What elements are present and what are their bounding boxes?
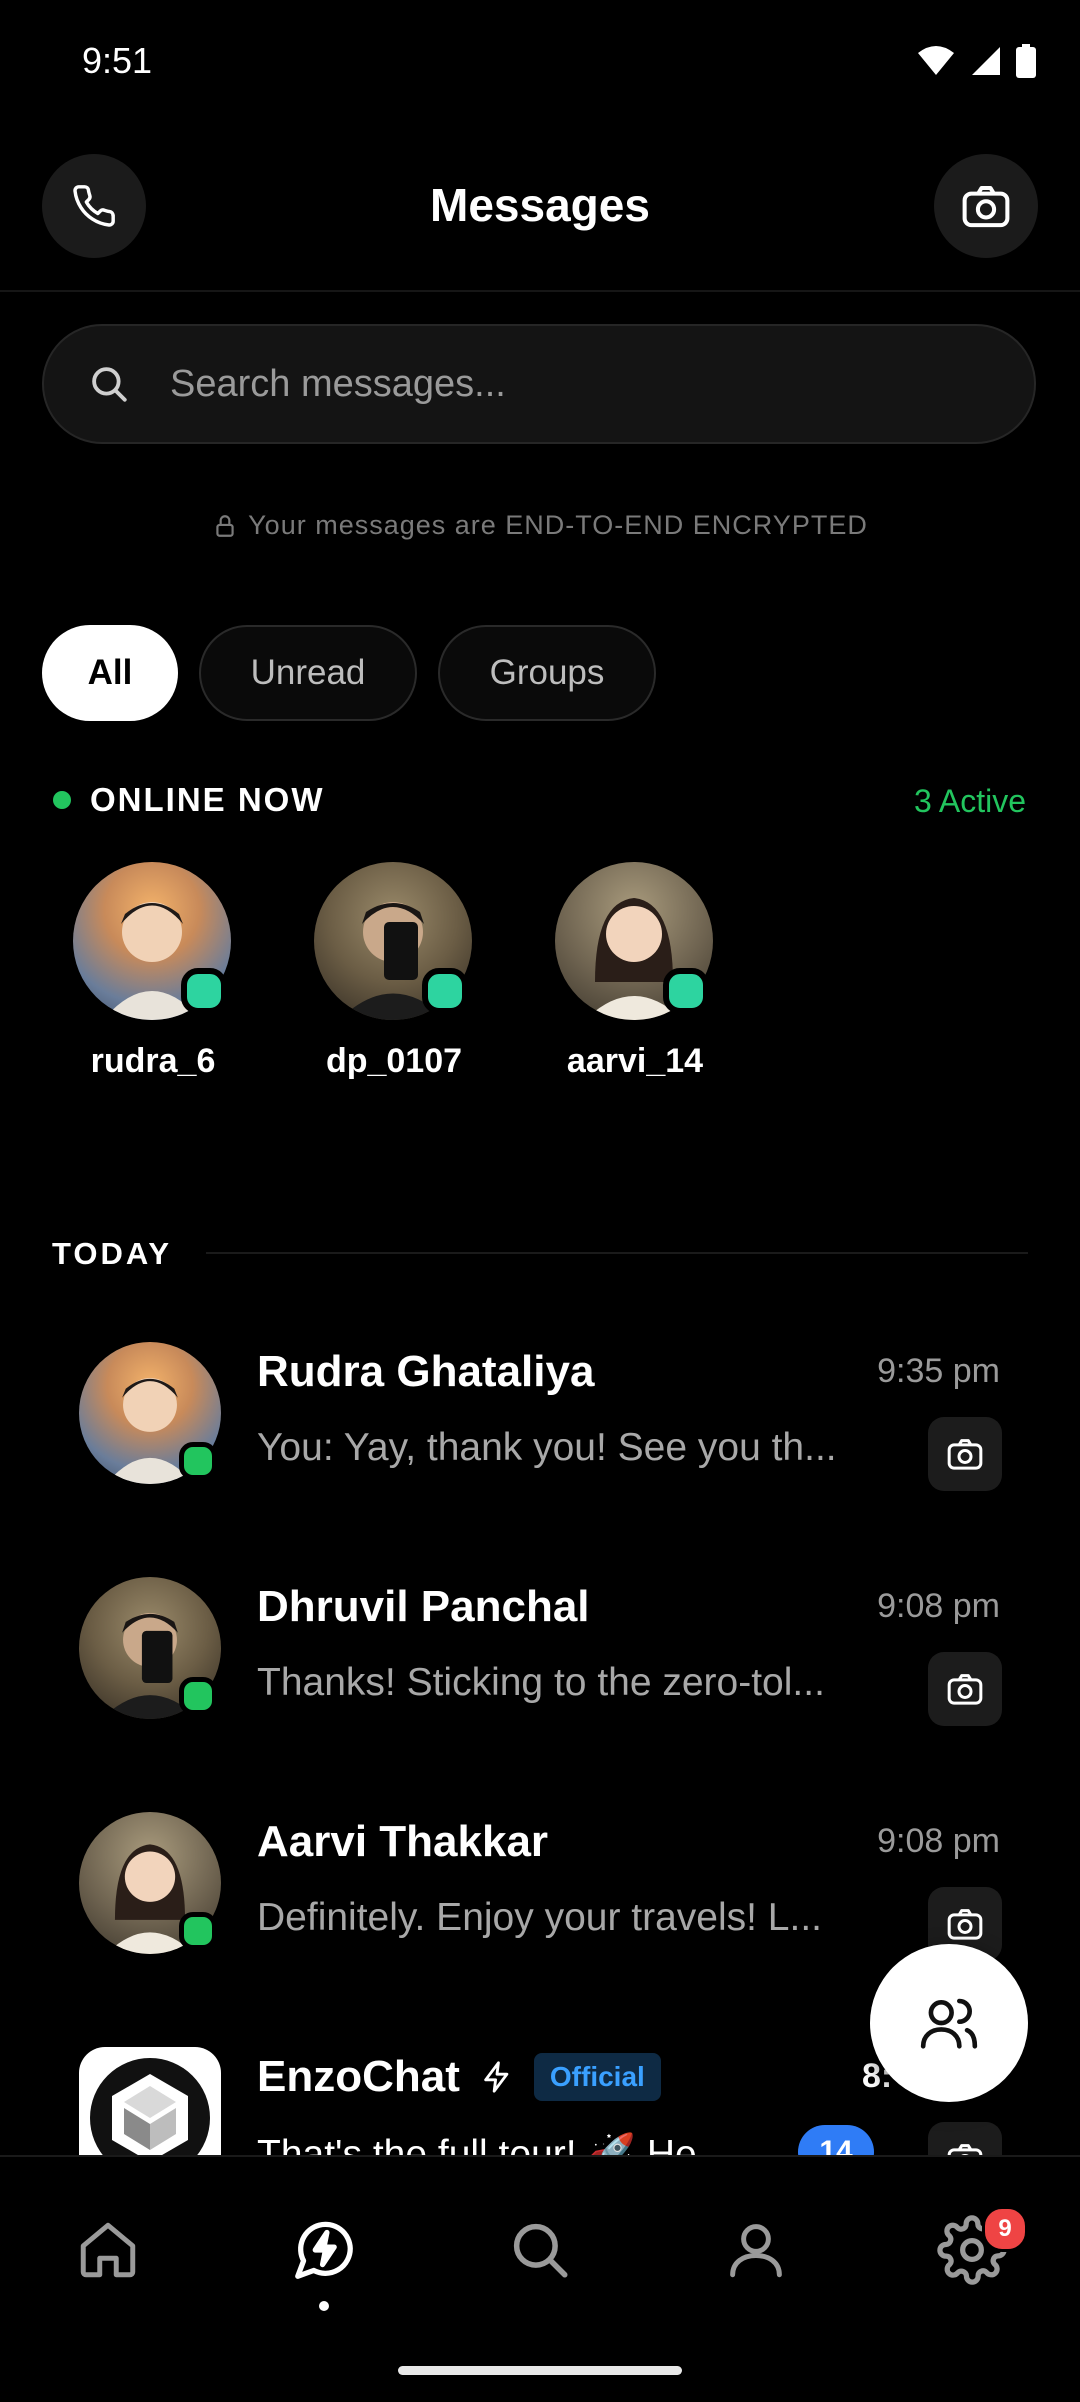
avatar — [79, 1812, 221, 1954]
camera-icon — [947, 1909, 983, 1940]
online-now-title: ONLINE NOW — [90, 781, 325, 818]
chat-time: 9:35 pm — [877, 1352, 1000, 1390]
chat-row-dhruvil[interactable]: Dhruvil Panchal 9:08 pm Thanks! Sticking… — [0, 1555, 1080, 1755]
chat-camera-button[interactable] — [928, 1652, 1002, 1726]
camera-icon — [947, 1674, 983, 1705]
chat-name: Rudra Ghataliya — [257, 1347, 595, 1396]
avatar — [79, 1577, 221, 1719]
story-aarvi[interactable]: aarvi_14 — [555, 862, 715, 1081]
encryption-text: Your messages are END-TO-END ENCRYPTED — [248, 510, 868, 540]
encryption-notice: Your messages are END-TO-END ENCRYPTED — [0, 510, 1080, 541]
online-indicator — [53, 791, 71, 809]
chat-time: 9:08 pm — [877, 1587, 1000, 1625]
settings-badge: 9 — [982, 2206, 1028, 2252]
chat-preview: You: Yay, thank you! See you th... — [257, 1426, 837, 1469]
online-dot — [422, 968, 468, 1014]
online-dot — [181, 968, 227, 1014]
chat-camera-button[interactable] — [928, 1417, 1002, 1491]
filter-groups[interactable]: Groups — [438, 625, 656, 721]
home-icon — [80, 2222, 136, 2278]
enzochat-logo-icon — [90, 2058, 210, 2155]
chat-bolt-icon — [295, 2221, 353, 2279]
wifi-icon — [918, 46, 954, 75]
chat-time: 9:08 pm — [877, 1822, 1000, 1860]
users-icon — [920, 1998, 978, 2049]
filter-unread[interactable]: Unread — [199, 625, 417, 721]
camera-icon — [962, 185, 1010, 228]
camera-icon — [947, 1439, 983, 1470]
search-icon — [88, 363, 130, 405]
active-indicator — [319, 2301, 329, 2311]
section-divider — [206, 1252, 1028, 1254]
avatar — [314, 862, 472, 1020]
story-username: aarvi_14 — [566, 1042, 704, 1080]
filter-all[interactable]: All — [42, 625, 178, 721]
online-dot — [179, 1912, 217, 1950]
search-input[interactable]: Search messages... — [170, 363, 506, 406]
chat-camera-button[interactable] — [928, 2122, 1002, 2155]
status-icons — [916, 44, 1036, 78]
unread-badge: 14 — [798, 2125, 874, 2155]
chat-preview: Definitely. Enjoy your travels! L... — [257, 1896, 823, 1939]
online-dot — [179, 1442, 217, 1480]
chat-preview: Thanks! Sticking to the zero-tol... — [257, 1661, 825, 1704]
nav-messages[interactable] — [284, 2210, 364, 2290]
story-rudra[interactable]: rudra_6 — [73, 862, 233, 1081]
nav-profile[interactable] — [716, 2210, 796, 2290]
story-dp[interactable]: dp_0107 — [314, 862, 474, 1081]
chat-title-row: EnzoChat Official — [257, 2052, 661, 2102]
camera-button[interactable] — [934, 154, 1038, 258]
enzochat-logo — [79, 2047, 221, 2155]
signal-icon — [972, 47, 1000, 75]
battery-icon — [1016, 44, 1036, 78]
bolt-icon — [484, 2061, 509, 2093]
online-dot — [663, 968, 709, 1014]
nav-home[interactable] — [68, 2210, 148, 2290]
chat-name: EnzoChat — [257, 2052, 460, 2101]
avatar — [73, 862, 231, 1020]
active-count: 3 Active — [913, 783, 1026, 819]
avatar — [555, 862, 713, 1020]
section-today: TODAY — [52, 1236, 173, 1271]
story-username: dp_0107 — [325, 1042, 463, 1080]
new-group-fab[interactable] — [870, 1944, 1028, 2102]
chat-name: Dhruvil Panchal — [257, 1582, 590, 1631]
camera-icon — [947, 2144, 983, 2155]
header-divider — [0, 290, 1080, 292]
search-icon — [513, 2223, 568, 2278]
nav-search[interactable] — [500, 2210, 580, 2290]
page-title: Messages — [430, 179, 650, 231]
status-time: 9:51 — [82, 40, 153, 81]
story-username: rudra_6 — [90, 1042, 216, 1080]
chat-row-rudra[interactable]: Rudra Ghataliya 9:35 pm You: Yay, thank … — [0, 1320, 1080, 1520]
search-bar[interactable]: Search messages... — [42, 324, 1036, 444]
official-badge: Official — [533, 2053, 661, 2101]
online-dot — [179, 1677, 217, 1715]
profile-icon — [730, 2224, 782, 2278]
chat-name: Aarvi Thakkar — [257, 1817, 549, 1866]
lock-icon — [216, 514, 234, 537]
home-indicator[interactable] — [398, 2366, 682, 2375]
chat-preview: That's the full tour! 🚀 He... — [257, 2133, 730, 2155]
avatar — [79, 1342, 221, 1484]
